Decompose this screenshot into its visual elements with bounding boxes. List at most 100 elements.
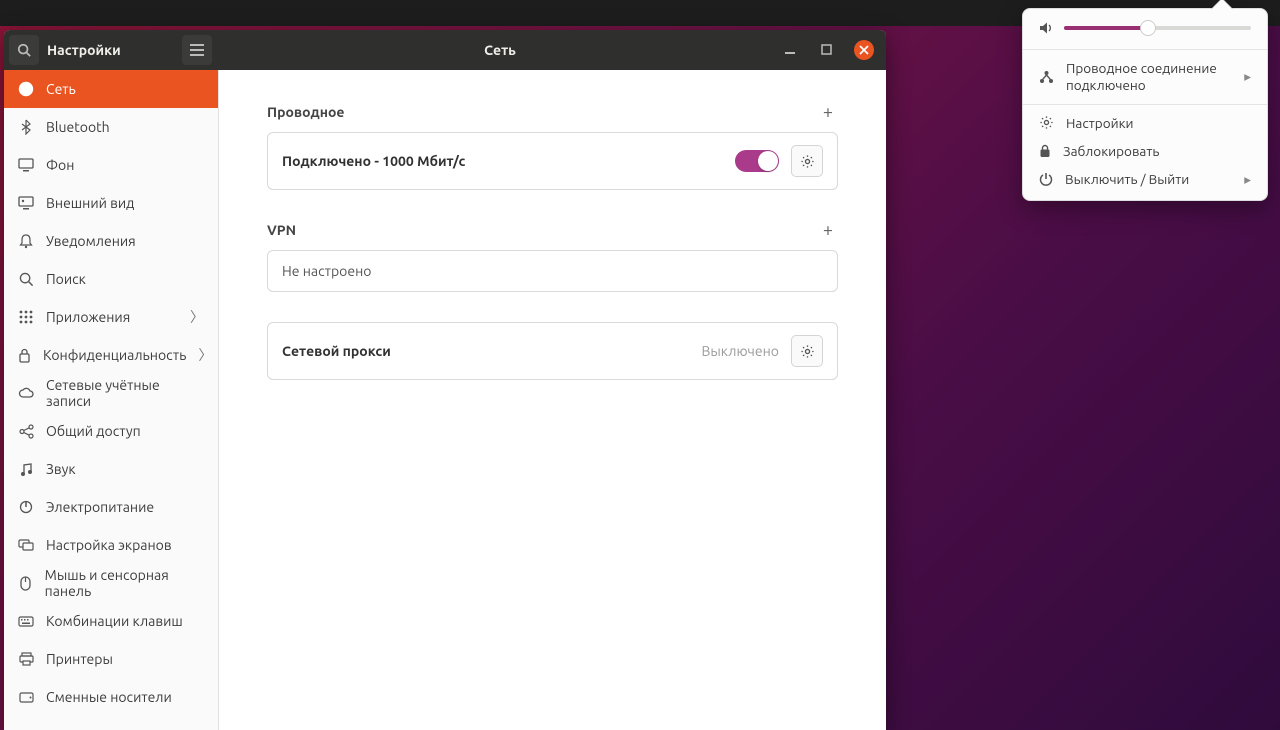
content-pane: Проводное + Подключено - 1000 Мбит/с VPN… bbox=[219, 70, 886, 730]
sidebar-item-sharing[interactable]: Общий доступ bbox=[4, 412, 218, 450]
chevron-right-icon: ▸ bbox=[1244, 68, 1251, 85]
gear-icon bbox=[1039, 115, 1054, 130]
sidebar-item-search[interactable]: Поиск bbox=[4, 260, 218, 298]
search-icon bbox=[18, 271, 34, 287]
menu-wired[interactable]: Проводное соединение подключено ▸ bbox=[1023, 54, 1267, 100]
menu-lock-label: Заблокировать bbox=[1063, 143, 1159, 159]
titlebar-left: Настройки bbox=[4, 30, 218, 70]
sidebar-item-label: Комбинации клавиш bbox=[46, 613, 183, 629]
sidebar-item-removable-media[interactable]: Сменные носители bbox=[4, 678, 218, 716]
wired-toggle[interactable] bbox=[735, 150, 779, 172]
sidebar-item-power[interactable]: Электропитание bbox=[4, 488, 218, 526]
sidebar-item-label: Мышь и сенсорная панель bbox=[45, 567, 204, 599]
search-icon bbox=[16, 42, 32, 58]
sidebar-item-label: Звук bbox=[46, 461, 76, 477]
sidebar-item-privacy[interactable]: Конфиденциальность 〉 bbox=[4, 336, 218, 374]
monitor-icon bbox=[18, 157, 34, 173]
sidebar-item-online-accounts[interactable]: Сетевые учётные записи bbox=[4, 374, 218, 412]
power-icon bbox=[1039, 172, 1053, 186]
sidebar-item-mouse[interactable]: Мышь и сенсорная панель bbox=[4, 564, 218, 602]
music-icon bbox=[18, 461, 34, 477]
menu-settings-label: Настройки bbox=[1066, 115, 1134, 131]
sidebar-item-label: Bluetooth bbox=[46, 119, 110, 135]
proxy-title: Сетевой прокси bbox=[282, 343, 689, 359]
sidebar-item-sound[interactable]: Звук bbox=[4, 450, 218, 488]
vpn-title: VPN bbox=[267, 222, 296, 238]
popover-arrow bbox=[1211, 0, 1233, 10]
sidebar-item-label: Сменные носители bbox=[46, 689, 172, 705]
minimize-button[interactable] bbox=[782, 41, 800, 59]
sidebar-item-label: Настройка экранов bbox=[46, 537, 172, 553]
proxy-status: Выключено bbox=[701, 343, 779, 359]
printer-icon bbox=[18, 651, 34, 667]
gear-icon bbox=[800, 344, 815, 359]
menu-button[interactable] bbox=[182, 35, 212, 65]
drive-icon bbox=[18, 689, 34, 705]
wired-section-header: Проводное + bbox=[267, 102, 838, 122]
proxy-settings-button[interactable] bbox=[791, 335, 823, 367]
window-controls bbox=[782, 40, 886, 60]
menu-lock[interactable]: Заблокировать bbox=[1023, 137, 1267, 165]
volume-slider[interactable] bbox=[1064, 26, 1251, 30]
bell-icon bbox=[18, 233, 34, 249]
keyboard-icon bbox=[18, 613, 34, 629]
app-title: Настройки bbox=[47, 42, 182, 58]
wired-status: Подключено - 1000 Мбит/с bbox=[282, 153, 723, 169]
wired-title: Проводное bbox=[267, 104, 344, 120]
appearance-icon bbox=[18, 195, 34, 211]
cloud-icon bbox=[18, 385, 34, 401]
lock-icon bbox=[1039, 144, 1051, 158]
share-icon bbox=[18, 423, 34, 439]
wired-card: Подключено - 1000 Мбит/с bbox=[267, 132, 838, 190]
sidebar-item-keyboard[interactable]: Комбинации клавиш bbox=[4, 602, 218, 640]
speaker-icon bbox=[1039, 21, 1054, 35]
bluetooth-icon bbox=[18, 119, 34, 135]
titlebar: Настройки Сеть bbox=[4, 30, 886, 70]
menu-settings[interactable]: Настройки bbox=[1023, 109, 1267, 137]
displays-icon bbox=[18, 537, 34, 553]
page-title: Сеть bbox=[218, 42, 782, 58]
vpn-card: Не настроено bbox=[267, 250, 838, 292]
menu-power-label: Выключить / Выйти bbox=[1065, 171, 1189, 187]
search-button[interactable] bbox=[9, 35, 39, 65]
sidebar-item-label: Внешний вид bbox=[46, 195, 134, 211]
wired-settings-button[interactable] bbox=[791, 145, 823, 177]
sidebar-item-network[interactable]: Сеть bbox=[4, 70, 218, 108]
close-button[interactable] bbox=[854, 40, 874, 60]
gear-icon bbox=[800, 154, 815, 169]
sidebar-item-printers[interactable]: Принтеры bbox=[4, 640, 218, 678]
vpn-section-header: VPN + bbox=[267, 220, 838, 240]
separator bbox=[1023, 104, 1267, 105]
sidebar-item-notifications[interactable]: Уведомления bbox=[4, 222, 218, 260]
sidebar-item-label: Приложения bbox=[46, 309, 130, 325]
hamburger-icon bbox=[189, 42, 205, 58]
sidebar-item-label: Уведомления bbox=[46, 233, 136, 249]
sidebar-item-appearance[interactable]: Внешний вид bbox=[4, 184, 218, 222]
sidebar-item-displays[interactable]: Настройка экранов bbox=[4, 526, 218, 564]
chevron-right-icon: 〉 bbox=[190, 307, 204, 327]
sidebar-item-label: Сеть bbox=[46, 81, 76, 97]
menu-wired-line1: Проводное соединение bbox=[1066, 60, 1217, 77]
globe-icon bbox=[18, 81, 34, 97]
sidebar-item-applications[interactable]: Приложения 〉 bbox=[4, 298, 218, 336]
sidebar-item-label: Принтеры bbox=[46, 651, 113, 667]
settings-window: Настройки Сеть Сеть bbox=[4, 30, 886, 730]
system-menu: Проводное соединение подключено ▸ Настро… bbox=[1022, 8, 1268, 201]
sidebar-item-label: Конфиденциальность bbox=[43, 347, 186, 363]
sidebar: Сеть Bluetooth Фон Внешний вид Уведомлен… bbox=[4, 70, 219, 730]
maximize-button[interactable] bbox=[818, 41, 836, 59]
separator bbox=[1023, 49, 1267, 50]
sidebar-item-background[interactable]: Фон bbox=[4, 146, 218, 184]
apps-icon bbox=[18, 309, 34, 325]
sidebar-item-bluetooth[interactable]: Bluetooth bbox=[4, 108, 218, 146]
chevron-right-icon: 〉 bbox=[198, 345, 212, 365]
network-icon bbox=[1039, 70, 1054, 84]
menu-power[interactable]: Выключить / Выйти ▸ bbox=[1023, 165, 1267, 194]
add-vpn-button[interactable]: + bbox=[818, 220, 838, 240]
sidebar-item-label: Электропитание bbox=[46, 499, 154, 515]
add-wired-button[interactable]: + bbox=[818, 102, 838, 122]
menu-wired-line2: подключено bbox=[1066, 77, 1217, 94]
sidebar-item-label: Поиск bbox=[46, 271, 86, 287]
mouse-icon bbox=[18, 575, 33, 591]
power-icon bbox=[18, 499, 34, 515]
